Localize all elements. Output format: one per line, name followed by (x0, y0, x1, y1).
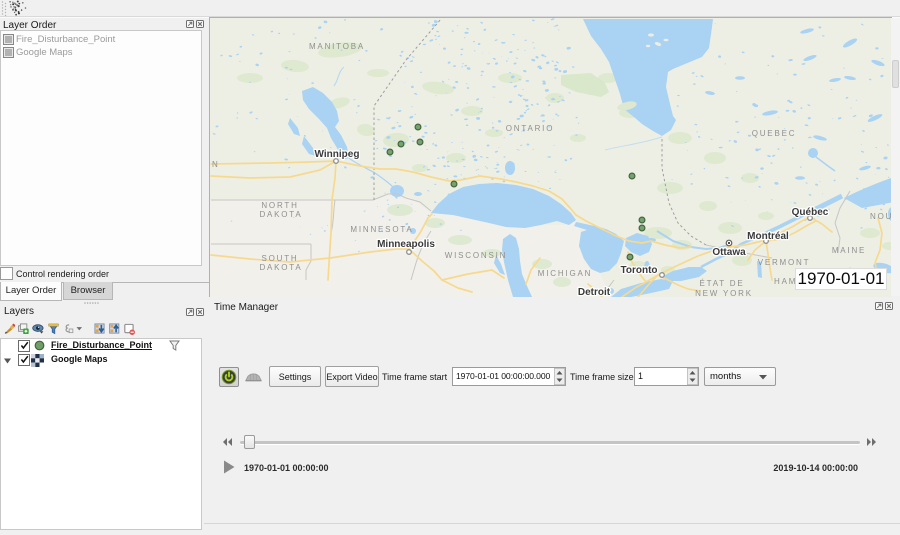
svg-text:NEW YORK: NEW YORK (695, 289, 753, 297)
svg-text:Minneapolis: Minneapolis (377, 239, 435, 250)
svg-text:MICHIGAN: MICHIGAN (538, 269, 592, 278)
svg-text:DAKOTA: DAKOTA (259, 263, 302, 272)
svg-text:NOUVEAU-BRU: NOUVEAU-BRU (870, 212, 892, 221)
svg-text:Montréal: Montréal (747, 231, 789, 242)
svg-text:NORTH: NORTH (261, 201, 298, 210)
svg-text:MANITOBA: MANITOBA (309, 42, 365, 51)
svg-text:QUEBEC: QUEBEC (752, 129, 797, 138)
svg-text:Detroit: Detroit (578, 287, 611, 297)
svg-text:N: N (212, 160, 220, 169)
svg-text:Ottawa: Ottawa (712, 247, 746, 258)
svg-text:DAKOTA: DAKOTA (259, 210, 302, 219)
svg-text:ONTARIO: ONTARIO (506, 124, 554, 133)
svg-text:WISCONSIN: WISCONSIN (445, 251, 507, 260)
svg-text:SOUTH: SOUTH (262, 254, 299, 263)
svg-text:Québec: Québec (792, 207, 829, 218)
svg-text:Toronto: Toronto (620, 265, 657, 276)
svg-text:MINNESOTA: MINNESOTA (350, 225, 413, 234)
svg-text:VERMONT: VERMONT (758, 258, 811, 267)
svg-text:ÉTAT DE: ÉTAT DE (699, 279, 744, 288)
svg-text:MAINE: MAINE (832, 246, 866, 255)
svg-text:Winnipeg: Winnipeg (315, 149, 360, 160)
